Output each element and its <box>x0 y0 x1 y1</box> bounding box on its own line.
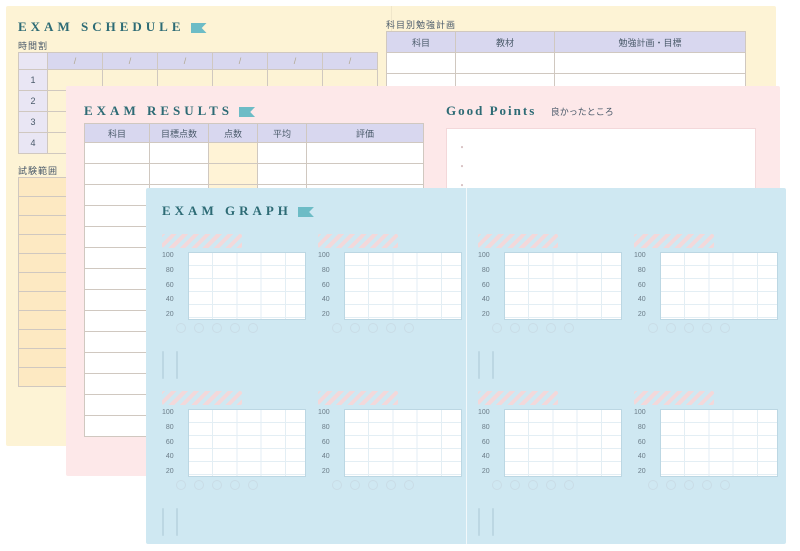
chart-yticks: 10080604020 <box>478 252 490 318</box>
chart-yticks: 10080604020 <box>162 252 174 318</box>
period-cell: 1 <box>19 70 48 91</box>
chart-x-markers <box>648 480 778 490</box>
chart-yticks: 10080604020 <box>478 409 490 475</box>
chart-subject-label <box>634 391 714 405</box>
chart-x-markers <box>492 323 622 333</box>
good-points-subtitle: 良かったところ <box>551 107 614 117</box>
chart-subject-label <box>478 391 558 405</box>
chart-area <box>504 252 622 320</box>
chart-panel: 10080604020 <box>478 234 622 333</box>
results-col-target: 目標点数 <box>150 124 209 143</box>
chart-panel: 10080604020 <box>162 234 306 333</box>
results-col-subject: 科目 <box>85 124 150 143</box>
chart-subject-label <box>162 391 242 405</box>
study-plan-heading: 科目別勉強計画 <box>386 18 746 31</box>
results-col-avg: 平均 <box>258 124 307 143</box>
chart-yticks: 10080604020 <box>318 409 330 475</box>
bullet: ・ <box>457 139 745 154</box>
chart-area <box>344 409 462 477</box>
results-col-eval: 評価 <box>307 124 424 143</box>
chart-panel: 10080604020 <box>478 391 622 490</box>
chart-subject-label <box>318 391 398 405</box>
graph-card: EXAM GRAPH 10080604020 10080604020 10080… <box>146 188 786 544</box>
period-cell: 3 <box>19 112 48 133</box>
chart-panel: 10080604020 <box>318 234 462 333</box>
stage: EXAM SCHEDULE 時間割 / / / / / / 1 2 3 4 試験… <box>0 0 800 551</box>
date-col: / <box>268 53 323 70</box>
chart-subject-label <box>162 234 242 248</box>
plan-col-goal: 勉強計画・目標 <box>555 32 746 53</box>
chart-panel: 10080604020 <box>634 234 778 333</box>
chart-notes <box>162 351 164 379</box>
chart-yticks: 10080604020 <box>162 409 174 475</box>
results-col-score: 点数 <box>209 124 258 143</box>
chart-notes <box>492 351 494 379</box>
chart-x-markers <box>332 323 462 333</box>
schedule-right-page: 科目別勉強計画 科目 教材 勉強計画・目標 <box>386 18 746 95</box>
chart-area <box>188 252 306 320</box>
bullet: ・ <box>457 158 745 173</box>
chart-subject-label <box>318 234 398 248</box>
chart-area <box>660 252 778 320</box>
graph-right-page: 10080604020 10080604020 10080604020 1008… <box>478 234 778 548</box>
chart-area <box>188 409 306 477</box>
chart-panel: 10080604020 <box>318 391 462 490</box>
chart-x-markers <box>176 480 306 490</box>
schedule-title: EXAM SCHEDULE <box>18 19 203 35</box>
chart-panel: 10080604020 <box>162 391 306 490</box>
chart-yticks: 10080604020 <box>318 252 330 318</box>
date-col: / <box>323 53 378 70</box>
date-col: / <box>48 53 103 70</box>
date-col: / <box>103 53 158 70</box>
chart-yticks: 10080604020 <box>634 252 646 318</box>
chart-area <box>504 409 622 477</box>
date-col: / <box>213 53 268 70</box>
timetable-label: 時間割 <box>18 39 378 52</box>
chart-area <box>660 409 778 477</box>
chart-x-markers <box>492 480 622 490</box>
chart-notes <box>176 351 178 379</box>
graph-title: EXAM GRAPH <box>162 203 310 219</box>
date-col: / <box>158 53 213 70</box>
chart-area <box>344 252 462 320</box>
chart-notes <box>176 508 178 536</box>
chart-subject-label <box>478 234 558 248</box>
chart-panel: 10080604020 <box>634 391 778 490</box>
chart-x-markers <box>176 323 306 333</box>
chart-notes <box>478 351 480 379</box>
chart-yticks: 10080604020 <box>634 409 646 475</box>
chart-x-markers <box>332 480 462 490</box>
period-cell: 4 <box>19 133 48 154</box>
plan-col-material: 教材 <box>456 32 555 53</box>
period-cell: 2 <box>19 91 48 112</box>
chart-x-markers <box>648 323 778 333</box>
good-points-title: Good Points <box>446 103 536 118</box>
graph-left-page: 10080604020 10080604020 10080604020 1008… <box>162 234 462 548</box>
plan-col-subject: 科目 <box>387 32 456 53</box>
results-title: EXAM RESULTS <box>84 103 251 119</box>
chart-notes <box>492 508 494 536</box>
chart-subject-label <box>634 234 714 248</box>
chart-notes <box>478 508 480 536</box>
chart-notes <box>162 508 164 536</box>
